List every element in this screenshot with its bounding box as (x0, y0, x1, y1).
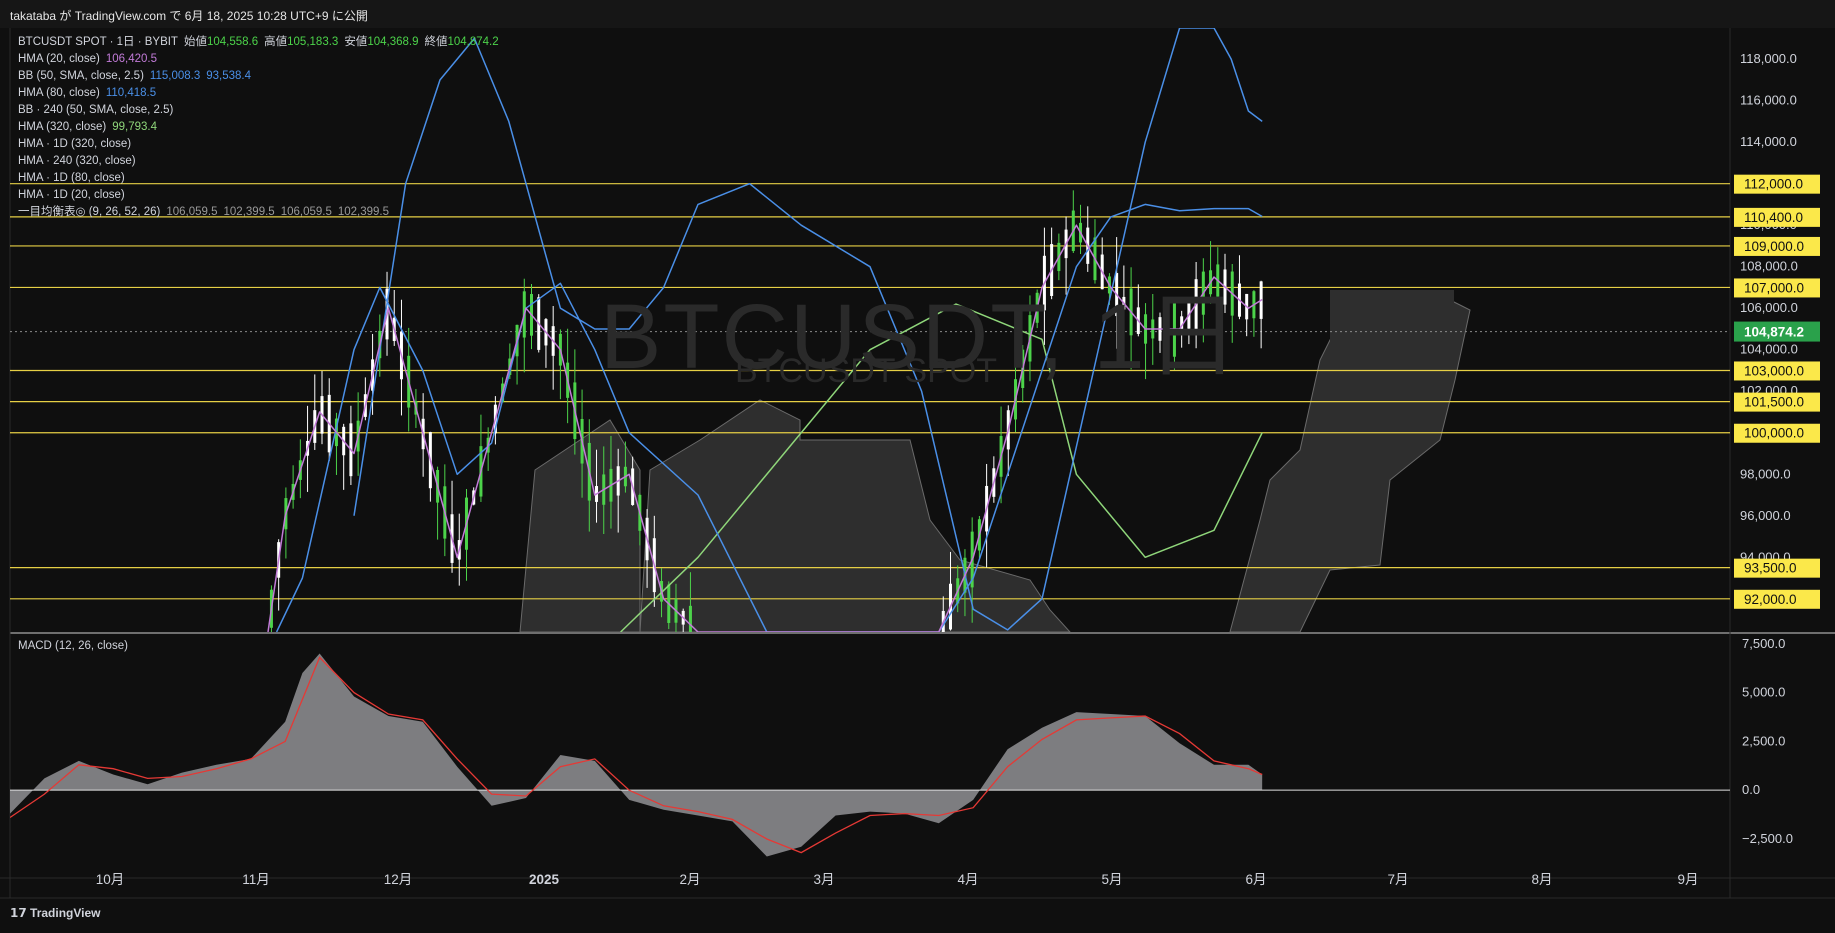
indicator-legend: BTCUSDT SPOT · 1日 · BYBIT 始値104,558.6 高値10… (18, 34, 499, 221)
legend-row[interactable]: HMA (20, close) 106,420.5 (18, 51, 499, 68)
legend-row[interactable]: HMA · 240 (320, close) (18, 153, 499, 170)
time-tick-label: 6月 (1245, 872, 1266, 887)
legend-value: 102,399.5 (223, 206, 275, 218)
current-price-label: 104,874.2 (1744, 325, 1804, 340)
ohlc-value: 104,368.9 (367, 36, 419, 48)
level-label: 101,500.0 (1744, 395, 1804, 410)
macd-tick-label: −2,500.0 (1742, 831, 1793, 846)
legend-value: 102,399.5 (337, 206, 390, 218)
legend-label: HMA · 1D (80, close) (18, 172, 125, 184)
ohlc-value: 104,874.2 (447, 36, 499, 48)
level-label: 103,000.0 (1744, 363, 1804, 378)
ohlc-key: 始値 (183, 36, 207, 48)
level-label: 109,000.0 (1744, 239, 1804, 254)
legend-row[interactable]: BTCUSDT SPOT · 1日 · BYBIT 始値104,558.6 高値10… (18, 34, 499, 51)
tradingview-footer: 𝟭𝟳 TradingView (10, 906, 101, 920)
time-tick-label: 9月 (1677, 872, 1698, 887)
legend-row[interactable]: BB · 240 (50, SMA, close, 2.5) (18, 102, 499, 119)
level-label: 110,400.0 (1744, 210, 1803, 225)
legend-row[interactable]: HMA · 1D (80, close) (18, 170, 499, 187)
legend-value: 99,793.4 (112, 121, 157, 133)
legend-value: 106,059.5 (280, 206, 332, 218)
ichimoku-cloud-3b (1330, 290, 1454, 380)
legend-row[interactable]: BB (50, SMA, close, 2.5) 115,008.3 93,538.… (18, 68, 499, 85)
macd-tick-label: 5,000.0 (1742, 685, 1785, 700)
legend-label: HMA · 1D (320, close) (18, 138, 132, 150)
time-tick-label: 4月 (957, 872, 978, 887)
legend-label: BTCUSDT SPOT · 1日 · BYBIT (18, 36, 178, 48)
time-tick-label: 7月 (1387, 872, 1408, 887)
legend-label: HMA (80, close) (18, 87, 100, 99)
macd-tick-label: 7,500.0 (1742, 636, 1785, 651)
legend-row[interactable]: HMA (320, close) 99,793.4 (18, 119, 499, 136)
legend-label: BB · 240 (50, SMA, close, 2.5) (18, 104, 174, 116)
legend-label: HMA · 240 (320, close) (18, 155, 136, 167)
price-tick-label: 106,000.0 (1740, 300, 1798, 315)
legend-value: 115,008.3 (149, 70, 201, 82)
price-tick-label: 104,000.0 (1740, 342, 1798, 357)
time-tick-label: 2月 (679, 872, 700, 887)
legend-row[interactable]: HMA (80, close) 110,418.5 (18, 85, 499, 102)
tradingview-brand: TradingView (30, 906, 101, 920)
price-tick-label: 114,000.0 (1740, 134, 1797, 149)
legend-label: HMA · 1D (20, close) (18, 189, 125, 201)
legend-label: 一目均衡表◎ (9, 26, 52, 26) (18, 206, 161, 218)
time-tick-label: 11月 (242, 872, 270, 887)
price-tick-label: 96,000.0 (1740, 508, 1791, 523)
legend-label: HMA (320, close) (18, 121, 107, 133)
legend-row[interactable]: 一目均衡表◎ (9, 26, 52, 26) 106,059.5 102,399.5… (18, 204, 499, 221)
ohlc-key: 終値 (424, 36, 448, 48)
symbol-watermark-sub: BTCUSDT SPOT (735, 352, 997, 390)
legend-row[interactable]: HMA · 1D (20, close) (18, 187, 499, 204)
time-tick-label: 12月 (384, 872, 413, 887)
ohlc-key: 安値 (344, 36, 368, 48)
macd-legend: MACD (12, 26, close) (18, 640, 128, 652)
ohlc-value: 105,183.3 (287, 36, 339, 48)
price-tick-label: 108,000.0 (1740, 259, 1798, 274)
legend-label: BB (50, SMA, close, 2.5) (18, 70, 144, 82)
level-label: 107,000.0 (1744, 280, 1804, 295)
tradingview-logo-icon: 𝟭𝟳 (10, 906, 31, 920)
macd-tick-label: 2,500.0 (1742, 733, 1785, 748)
time-tick-label: 10月 (96, 872, 125, 887)
level-label: 112,000.0 (1744, 177, 1803, 192)
legend-value: 93,538.4 (206, 70, 251, 82)
legend-label: HMA (20, close) (18, 53, 100, 65)
time-tick-label: 5月 (1101, 872, 1122, 887)
macd-tick-label: 0.0 (1742, 782, 1760, 797)
time-tick-label: 8月 (1531, 872, 1552, 887)
legend-value: 106,059.5 (166, 206, 218, 218)
level-label: 100,000.0 (1744, 426, 1804, 441)
level-label: 93,500.0 (1744, 561, 1797, 576)
legend-value: 110,418.5 (105, 87, 157, 99)
time-tick-label: 2025 (529, 872, 560, 887)
legend-value: 106,420.5 (105, 53, 157, 65)
level-label: 92,000.0 (1744, 592, 1797, 607)
legend-row[interactable]: HMA · 1D (320, close) (18, 136, 499, 153)
ohlc-value: 104,558.6 (206, 36, 259, 48)
time-tick-label: 3月 (813, 872, 834, 887)
price-tick-label: 118,000.0 (1740, 51, 1797, 66)
price-tick-label: 98,000.0 (1740, 466, 1791, 481)
price-tick-label: 116,000.0 (1740, 93, 1797, 108)
ohlc-key: 高値 (264, 36, 288, 48)
